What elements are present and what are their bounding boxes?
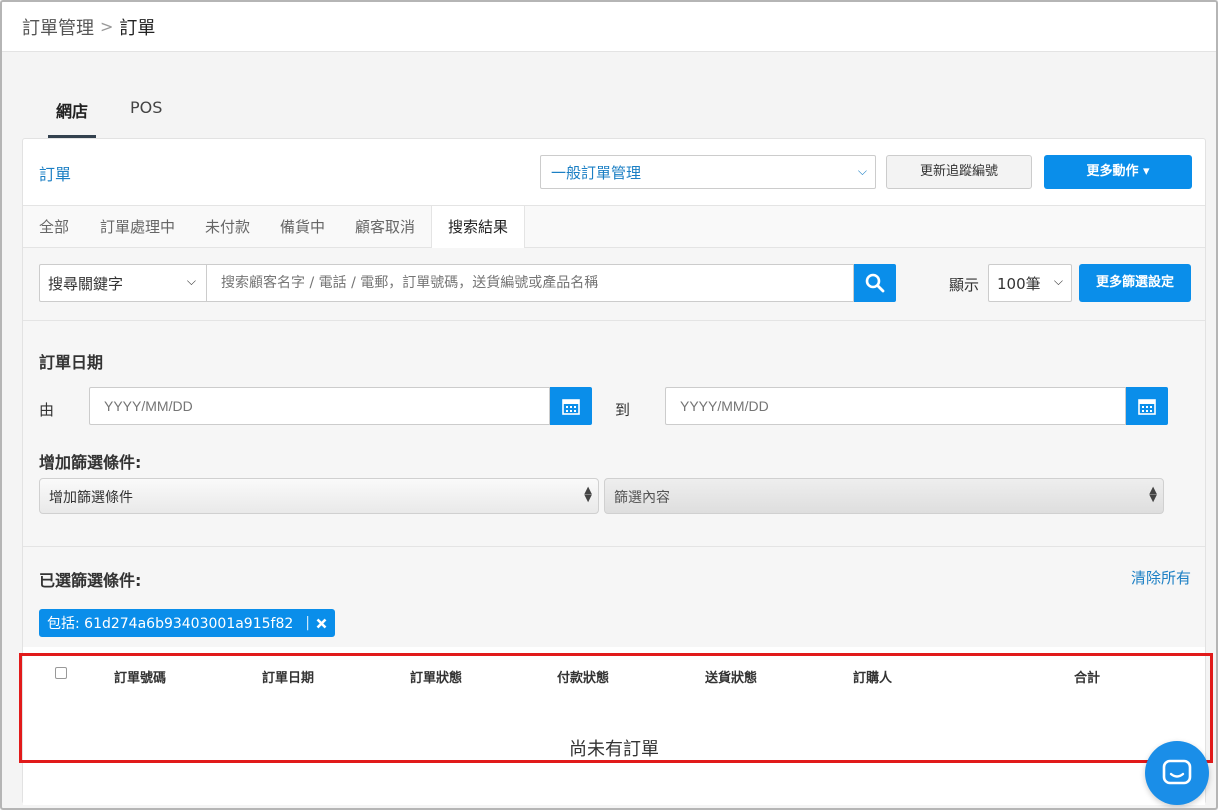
add-filter-label: 增加篩選條件: [39, 453, 142, 472]
tab-search-results[interactable]: 搜索結果 [431, 206, 526, 250]
date-to-input[interactable] [665, 387, 1126, 425]
filter-area: 訂單日期 由 到 增加篩選 [23, 321, 1205, 547]
search-input[interactable] [207, 264, 854, 302]
column-order-date[interactable]: 訂單日期 [262, 667, 314, 686]
clear-all-link[interactable]: 清除所有 [1131, 567, 1191, 588]
calendar-icon [1138, 399, 1156, 415]
chevron-down-icon: ⌵ [186, 274, 196, 288]
updown-arrow-icon: ▲ ▼ [1149, 485, 1157, 504]
search-button[interactable] [854, 264, 896, 302]
calendar-icon [562, 399, 580, 415]
orders-table: 訂單號碼 訂單日期 訂單狀態 付款狀態 送貨狀態 訂購人 合計 尚未有訂單 [23, 647, 1205, 805]
tab-online-store[interactable]: 網店 [48, 88, 97, 138]
tab-unpaid[interactable]: 未付款 [205, 206, 250, 249]
panel-header: 訂單 一般訂單管理 ⌵ 更新追蹤編號 更多動作 ▾ [23, 139, 1205, 205]
more-actions-button[interactable]: 更多動作 ▾ [1044, 155, 1192, 189]
breadcrumb-separator: > [100, 17, 114, 36]
column-order-number[interactable]: 訂單號碼 [114, 667, 166, 686]
chat-icon [1162, 759, 1192, 785]
order-management-value: 一般訂單管理 [551, 164, 642, 182]
app-window: 訂單管理 > 訂單 網店 POS 訂單 一般訂單管理 ⌵ 更新追蹤編號 更多動作… [0, 0, 1218, 810]
chevron-down-icon: ⌵ [1053, 274, 1063, 288]
keyword-type-select[interactable]: 搜尋關鍵字 ⌵ [39, 264, 207, 302]
selected-filters-area: 已選篩選條件: 清除所有 包括: 61d274a6b93403001a915f8… [23, 547, 1205, 647]
channel-tabs: 網店 POS [48, 88, 196, 138]
status-tabs: 全部 訂單處理中 未付款 備貨中 顧客取消 搜索結果 [23, 205, 1205, 250]
tab-all[interactable]: 全部 [39, 206, 69, 249]
orders-panel: 訂單 一般訂單管理 ⌵ 更新追蹤編號 更多動作 ▾ 全部 訂單處理中 未付款 備… [22, 138, 1206, 805]
filter-content-value: 篩選內容 [614, 490, 670, 506]
updown-arrow-icon: ▲ ▼ [584, 485, 592, 504]
search-row: 搜尋關鍵字 ⌵ 顯示 100筆 ⌵ 更多篩選設定 [23, 248, 1205, 321]
add-filter-select[interactable]: 增加篩選條件 ▲ ▼ [39, 478, 599, 514]
page-size-select[interactable]: 100筆 ⌵ [988, 264, 1072, 302]
date-from-label: 由 [39, 401, 55, 419]
panel-title: 訂單 [39, 165, 72, 184]
date-from-calendar-button[interactable] [550, 387, 592, 425]
order-date-label: 訂單日期 [39, 353, 104, 372]
tab-customer-cancelled[interactable]: 顧客取消 [355, 206, 415, 249]
select-all-checkbox[interactable] [55, 667, 67, 679]
keyword-type-value: 搜尋關鍵字 [48, 275, 124, 293]
more-filter-button[interactable]: 更多篩選設定 [1079, 264, 1191, 302]
filter-chip-text: 包括: 61d274a6b93403001a915f82 [47, 616, 294, 632]
add-filter-value: 增加篩選條件 [49, 490, 133, 506]
chat-widget-button[interactable] [1145, 741, 1209, 805]
column-order-status[interactable]: 訂單狀態 [410, 667, 462, 686]
breadcrumb: 訂單管理 > 訂單 [2, 2, 1216, 52]
chevron-down-icon: ⌵ [857, 164, 867, 178]
date-to-label: 到 [615, 401, 631, 419]
filter-chip: 包括: 61d274a6b93403001a915f82 | [39, 609, 335, 637]
selected-filters-label: 已選篩選條件: [39, 571, 142, 590]
column-total[interactable]: 合計 [1074, 667, 1100, 686]
search-icon [865, 273, 885, 293]
breadcrumb-parent[interactable]: 訂單管理 [22, 14, 94, 40]
column-delivery-status[interactable]: 送貨狀態 [705, 667, 757, 686]
update-tracking-button[interactable]: 更新追蹤編號 [886, 155, 1032, 189]
breadcrumb-current: 訂單 [119, 17, 156, 39]
column-customer[interactable]: 訂購人 [853, 667, 892, 686]
tab-pos[interactable]: POS [122, 88, 170, 138]
order-management-select[interactable]: 一般訂單管理 ⌵ [540, 155, 876, 189]
date-to-calendar-button[interactable] [1126, 387, 1168, 425]
filter-chip-separator: | [305, 615, 310, 631]
tab-preparing[interactable]: 備貨中 [280, 206, 325, 249]
close-icon[interactable] [316, 618, 327, 629]
column-payment-status[interactable]: 付款狀態 [557, 667, 609, 686]
show-count-label: 顯示 [949, 276, 980, 294]
date-from-input[interactable] [89, 387, 550, 425]
page-size-value: 100筆 [997, 275, 1041, 293]
tab-processing[interactable]: 訂單處理中 [100, 206, 175, 249]
filter-content-select[interactable]: 篩選內容 ▲ ▼ [604, 478, 1164, 514]
empty-orders-message: 尚未有訂單 [569, 739, 659, 760]
